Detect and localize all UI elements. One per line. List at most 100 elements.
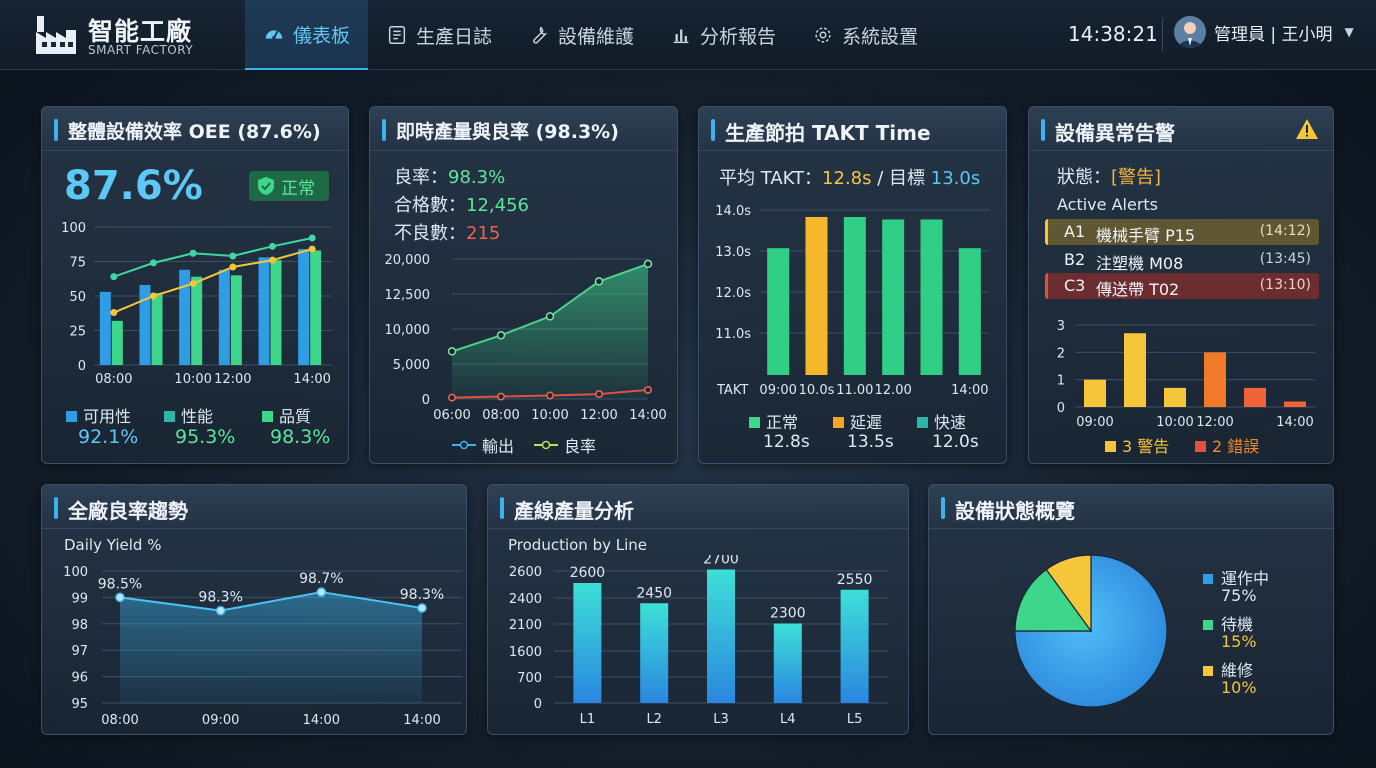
tab-reports[interactable]: 分析報告 [652,0,794,70]
legend-performance: 性能 [164,403,213,427]
alert-time: (13:45) [1259,251,1311,267]
divider [1162,18,1163,52]
panel-header: 生產節拍 TAKT Time [699,107,1006,151]
bar-chart-icon [673,29,689,44]
pass-label: 合格數： [394,195,466,216]
user-name: 管理員 | 王小明 [1214,24,1333,45]
series-point [189,249,197,257]
bar-quality [310,250,322,365]
series-point [229,263,237,271]
yield-point [497,392,505,401]
data-label: 2450 [636,585,672,601]
chart-subtitle: Production by Line [508,536,647,554]
status-text: 正常 [281,178,315,199]
takt-chart: 11.0s12.0s13.0s14.0sTAKT 09:00 10.0s 11.00 1… [715,204,989,398]
tab-maintenance[interactable]: 設備維護 [510,0,652,70]
yield-label: 良率： [394,167,448,188]
panel-title: 產線產量分析 [514,499,634,523]
panel-header: 即時產量與良率 (98.3%) [370,107,677,151]
tab-dashboard[interactable]: 儀表板 [245,0,369,70]
data-label: 2300 [770,606,806,622]
bar-availability [298,249,310,365]
alert-bar [1244,387,1266,407]
pass-row: 合格數：12,456 [394,191,529,217]
legend-warn: 3 警告 [1105,433,1169,457]
tab-label: 生產日誌 [416,25,493,48]
status-pie-chart [1014,554,1168,708]
alert-code: A1 [1064,222,1086,241]
x-tick-label: 14:00 [403,713,440,728]
x-tick-label: 14:00 [1276,415,1313,427]
alert-item[interactable]: A1 機械手臂 P15 (14:12) [1045,219,1319,245]
user-menu[interactable]: 管理員 | 王小明 ▼ [1174,16,1354,48]
y-tick-label: 12,500 [385,288,431,303]
data-label: 2550 [837,572,873,588]
y-tick-label: 10,000 [385,323,431,338]
y-tick-label: 13.0s [715,245,751,260]
warning-icon[interactable] [1295,118,1319,140]
bar-quality [191,276,203,365]
data-label: 2600 [570,565,606,581]
tab-production-log[interactable]: 生產日誌 [368,0,510,70]
clock: 14:38:21 [1068,22,1158,46]
x-tick-label: L3 [713,712,729,727]
alert-bar [1164,387,1186,407]
yield-point [595,390,603,399]
y-tick-label: 0 [78,359,86,374]
alert-item[interactable]: B2 注塑機 M08 (13:45) [1045,247,1319,273]
legend-label: 品質 [279,407,312,426]
line-marker-icon [452,440,476,450]
x-tick-label: 08:00 [95,372,132,387]
app-subtitle: SMART FACTORY [88,43,194,57]
x-tick-label: 10:00 [174,372,211,387]
x-tick-label: 12:00 [580,408,617,423]
y-tick-label: 96 [71,671,88,686]
log-icon [388,26,406,44]
yield-point [115,592,125,603]
title-accent [54,119,58,141]
panel-header: 全廠良率趨勢 [42,485,466,529]
y-tick-label: 12.0s [715,286,751,301]
y-tick-label: 14.0s [715,204,751,219]
output-chart: 0 5,000 10,000 12,500 20,000 06:00 08:00 10:00 1… [385,253,667,423]
takt-panel: 生產節拍 TAKT Time 平均 TAKT：12.8s / 目標 13.0s … [698,106,1007,464]
tab-settings[interactable]: 系統設置 [794,0,936,70]
legend-delay: 延遲 [833,409,882,433]
gear-icon [815,27,831,43]
y-tick-label: 5,000 [393,358,430,373]
x-tick-label: 14:00 [293,372,330,387]
legend-label: 快速 [934,413,967,432]
panel-header: 設備狀態概覽 [929,485,1333,529]
legend-error: 2 錯誤 [1195,433,1259,457]
y-tick-label: 700 [517,671,542,686]
series-point [269,242,276,250]
oee-panel: 整體設備效率 OEE (87.6%) 87.6% 正常 0 25 50 75 100 08… [41,106,349,464]
line-output-panel: 產線產量分析 Production by Line 0 700 1600 2100 24… [487,484,909,735]
line-bar [840,589,869,703]
legend-label: 良率 [564,437,597,456]
defect-row: 不良數：215 [394,219,500,245]
line-bar [573,583,602,703]
separator: / [871,168,890,189]
alert-item[interactable]: C3 傳送帶 T02 (13:10) [1045,273,1319,299]
alert-bar [1084,379,1106,407]
y-tick-label: 0 [422,393,430,408]
y-tick-label: 100 [61,221,86,236]
series-point [150,292,157,300]
series-point [308,245,316,253]
alert-name: 機械手臂 P15 [1096,226,1196,245]
yield-point [546,391,554,400]
status-label: 狀態： [1057,167,1111,188]
data-label: 98.3% [198,590,242,606]
tab-label: 系統設置 [842,25,919,48]
output-point [643,259,653,269]
y-tick-label: 2 [1057,346,1065,361]
takt-bar [920,219,943,375]
x-tick-label: 14:00 [303,713,340,728]
alert-bar [1204,352,1226,407]
title-accent [711,119,715,141]
x-tick-label: 12:00 [1196,415,1233,427]
app-logo[interactable]: 智能工廠 SMART FACTORY [34,10,234,60]
yield-area [120,592,422,703]
x-tick-label: L2 [646,712,662,727]
